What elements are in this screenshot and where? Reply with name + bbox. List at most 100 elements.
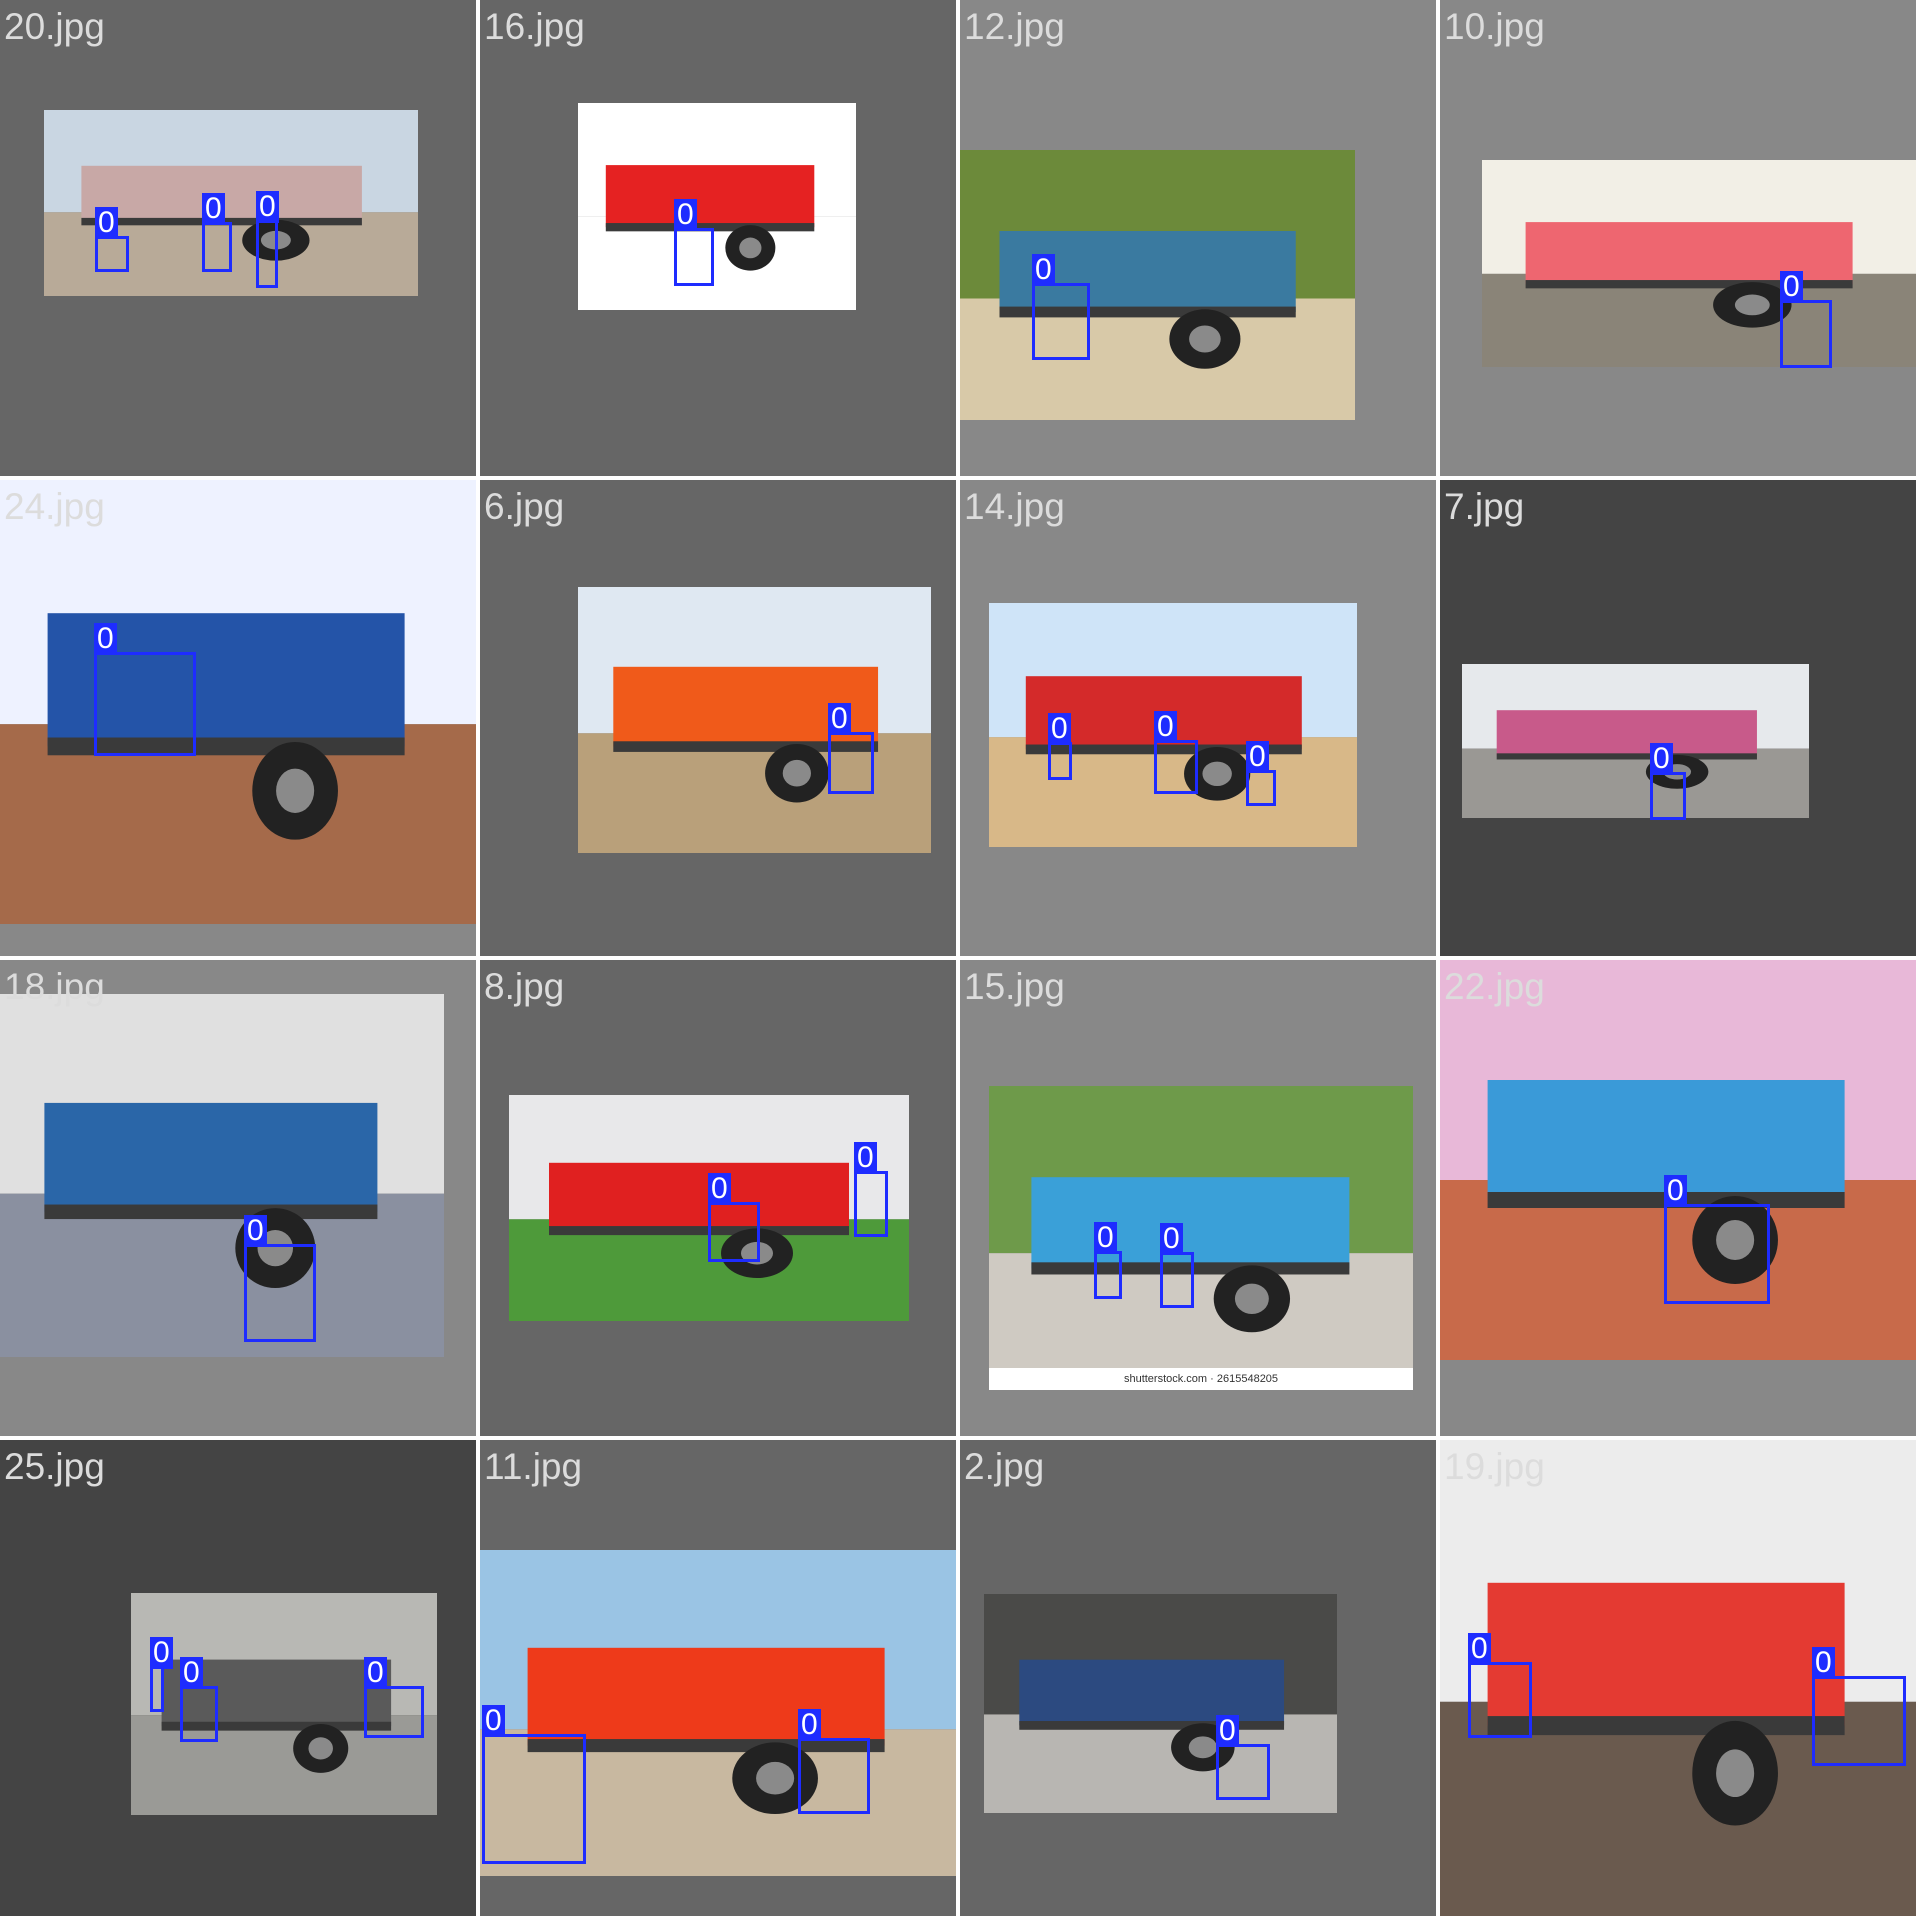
detection-box: 0	[708, 1173, 760, 1262]
class-label-tag: 0	[482, 1705, 505, 1737]
mosaic-tile: 7.jpg 0	[1440, 480, 1916, 956]
watermark-footer: shutterstock.com · 2615548205	[989, 1368, 1413, 1390]
trailer-body	[605, 165, 815, 228]
class-label-tag: 0	[1032, 254, 1055, 286]
detection-box: 0	[1664, 1175, 1770, 1304]
trailer-body	[1525, 222, 1853, 285]
wheel-hub	[1188, 1736, 1217, 1759]
trailer-photo: shutterstock.com · 2615548205	[989, 1086, 1413, 1390]
detection-box: 0	[244, 1215, 316, 1342]
mosaic-tile: 12.jpg 0	[960, 0, 1436, 476]
wheel-hub	[756, 1761, 795, 1795]
mosaic-tile: 24.jpg 0	[0, 480, 476, 956]
tile-filename: 16.jpg	[484, 6, 585, 47]
class-label-tag: 0	[1216, 1715, 1239, 1747]
wheel-hub	[739, 237, 762, 259]
trailer-photo	[1482, 160, 1916, 367]
trailer-body	[1487, 1582, 1845, 1726]
detection-box: 0	[202, 193, 232, 272]
mosaic-tile: 25.jpg 0 0 0	[0, 1440, 476, 1916]
tile-filename: 6.jpg	[484, 486, 565, 527]
wheel-hub	[308, 1737, 333, 1760]
class-label-tag: 0	[202, 193, 225, 225]
mosaic-tile: shutterstock.com · 2615548205 15.jpg 0 0	[960, 960, 1436, 1436]
mosaic-tile: 6.jpg 0	[480, 480, 956, 956]
class-label-tag: 0	[1246, 741, 1269, 773]
detection-mosaic: 20.jpg 0 0 0 16.jpg 0 12.jpg 0 10.jpg 0 24.jpg 0 6.j…	[0, 0, 1920, 1920]
detection-box: 0	[482, 1705, 586, 1864]
wheel-hub	[1234, 1283, 1269, 1314]
detection-box: 0	[1468, 1633, 1532, 1738]
trailer-body	[1019, 1659, 1285, 1726]
detection-box: 0	[1032, 254, 1090, 360]
trailer-body	[527, 1647, 885, 1746]
tile-filename: 11.jpg	[484, 1446, 583, 1487]
tile-filename: 15.jpg	[964, 966, 1065, 1007]
tile-filename: 25.jpg	[4, 1446, 105, 1487]
detection-box: 0	[150, 1637, 173, 1712]
tile-filename: 19.jpg	[1444, 1446, 1545, 1487]
wheel-hub	[1202, 761, 1232, 786]
trailer-photo	[0, 480, 476, 924]
detection-box: 0	[828, 703, 874, 794]
tile-filename: 18.jpg	[4, 966, 105, 1007]
tile-filename: 14.jpg	[964, 486, 1065, 527]
detection-box: 0	[95, 207, 129, 272]
class-label-tag: 0	[94, 623, 117, 655]
mosaic-tile: 8.jpg 0 0	[480, 960, 956, 1436]
wheel-hub	[782, 759, 811, 787]
detection-box: 0	[1048, 713, 1072, 780]
trailer-photo	[578, 587, 931, 853]
class-label-tag: 0	[798, 1709, 821, 1741]
class-label-tag: 0	[1094, 1222, 1117, 1254]
trailer-chassis	[549, 1226, 849, 1236]
trailer-photo	[984, 1594, 1337, 1813]
class-label-tag: 0	[708, 1173, 731, 1205]
mosaic-tile: 19.jpg 0 0	[1440, 1440, 1916, 1916]
wheel-hub	[1716, 1749, 1755, 1797]
tile-filename: 12.jpg	[964, 6, 1065, 47]
class-label-tag: 0	[95, 207, 118, 239]
tile-filename: 20.jpg	[4, 6, 105, 47]
class-label-tag: 0	[854, 1142, 877, 1174]
detection-box: 0	[180, 1657, 218, 1742]
trailer-chassis	[1496, 753, 1757, 760]
mosaic-tile: 22.jpg 0	[1440, 960, 1916, 1436]
detection-box: 0	[94, 623, 196, 756]
tile-filename: 2.jpg	[964, 1446, 1045, 1487]
detection-box: 0	[1154, 711, 1198, 794]
trailer-photo	[1462, 664, 1809, 818]
class-label-tag: 0	[1160, 1223, 1183, 1255]
class-label-tag: 0	[256, 191, 279, 223]
class-label-tag: 0	[1812, 1647, 1835, 1679]
wheel-hub	[1189, 325, 1221, 353]
trailer-chassis	[1525, 280, 1853, 289]
detection-box: 0	[798, 1709, 870, 1814]
tile-filename: 10.jpg	[1444, 6, 1545, 47]
tile-filename: 24.jpg	[4, 486, 105, 527]
class-label-tag: 0	[1048, 713, 1071, 745]
class-label-tag: 0	[180, 1657, 203, 1689]
class-label-tag: 0	[1154, 711, 1177, 743]
trailer-photo	[960, 150, 1355, 420]
mosaic-tile: 14.jpg 0 0 0	[960, 480, 1436, 956]
detection-box: 0	[1650, 743, 1686, 820]
tile-filename: 8.jpg	[484, 966, 565, 1007]
detection-box: 0	[1812, 1647, 1906, 1766]
detection-box: 0	[1160, 1223, 1194, 1308]
trailer-chassis	[1487, 1716, 1845, 1736]
detection-box: 0	[364, 1657, 424, 1738]
class-label-tag: 0	[364, 1657, 387, 1689]
trailer-chassis	[44, 1204, 378, 1220]
detection-box: 0	[1216, 1715, 1270, 1800]
class-label-tag: 0	[1664, 1175, 1687, 1207]
class-label-tag: 0	[244, 1215, 267, 1247]
wheel-hub	[276, 768, 315, 813]
tile-filename: 22.jpg	[1444, 966, 1545, 1007]
class-label-tag: 0	[150, 1637, 173, 1669]
class-label-tag: 0	[828, 703, 851, 735]
trailer-chassis	[1019, 1721, 1285, 1730]
trailer-body	[44, 1102, 378, 1212]
wheel-hub	[1734, 294, 1770, 316]
tile-filename: 7.jpg	[1444, 486, 1525, 527]
